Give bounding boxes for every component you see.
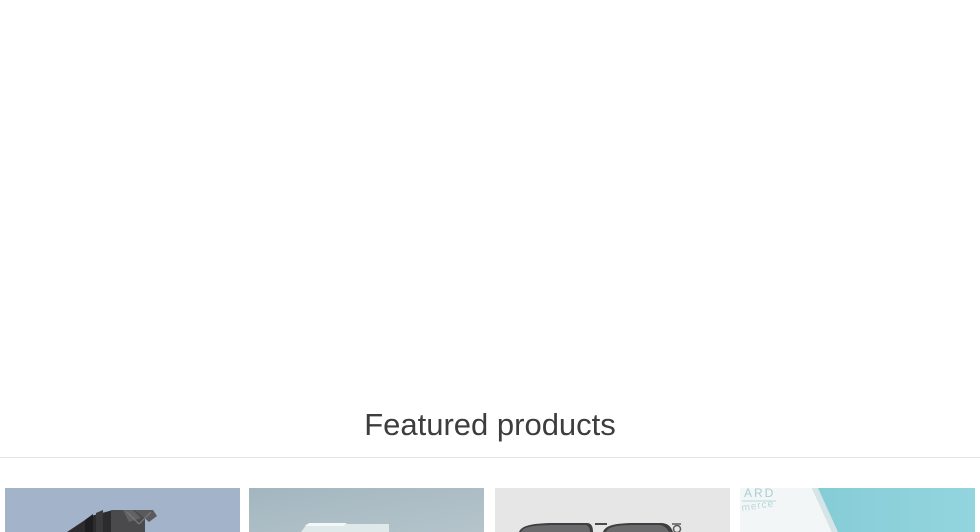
sunglasses-image — [495, 488, 730, 532]
tower-speaker-image — [5, 488, 240, 532]
product-card-4[interactable]: ARD merce — [740, 488, 975, 532]
hero-area — [0, 0, 980, 390]
product-card-1[interactable] — [5, 488, 240, 532]
product-card-3[interactable] — [495, 488, 730, 532]
section-divider — [0, 457, 980, 458]
white-box-image — [249, 488, 484, 532]
gift-card-image: ARD merce — [740, 488, 975, 532]
storefront-page: Featured products ARD merce — [0, 0, 980, 532]
featured-products-grid: ARD merce — [0, 488, 980, 532]
product-card-2[interactable] — [249, 488, 484, 532]
featured-products-title: Featured products — [364, 407, 616, 442]
